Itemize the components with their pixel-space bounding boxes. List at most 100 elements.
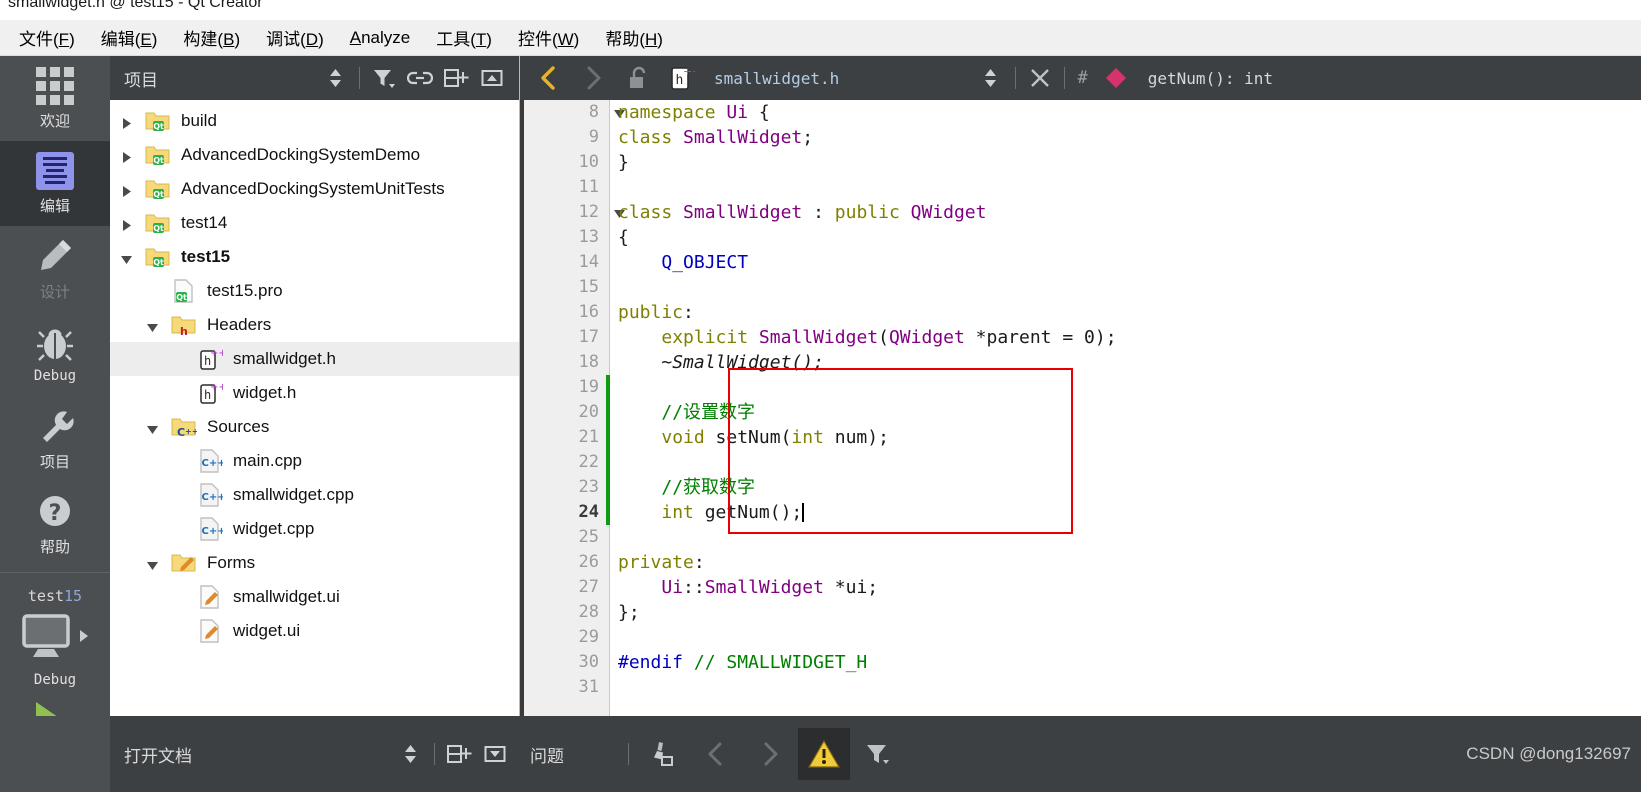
code-line[interactable] — [618, 175, 1641, 200]
code-line[interactable]: int getNum(); — [618, 500, 1641, 525]
tree-item-main.cpp[interactable]: C++ main.cpp — [110, 444, 519, 478]
line-change-bar — [606, 375, 610, 525]
collapse-icon[interactable] — [475, 63, 509, 93]
code-line[interactable]: namespace Ui { — [618, 100, 1641, 125]
link-icon[interactable] — [403, 63, 437, 93]
tree-item-widget.h[interactable]: h ++ widget.h — [110, 376, 519, 410]
toolbar-divider — [1014, 67, 1016, 89]
code-line[interactable]: class SmallWidget; — [618, 125, 1641, 150]
collapse-down-icon[interactable] — [478, 739, 512, 769]
twisty-expanded-icon[interactable] — [146, 557, 159, 570]
tree-item-test15.pro[interactable]: Qt test15.pro — [110, 274, 519, 308]
next-issue-icon[interactable] — [744, 739, 796, 769]
twisty-collapsed-icon[interactable] — [120, 115, 133, 129]
kit-selector[interactable]: test15 Debug — [0, 579, 110, 735]
tree-item-widget.ui[interactable]: widget.ui — [110, 614, 519, 648]
code-line[interactable] — [618, 675, 1641, 700]
code-line[interactable]: Ui::SmallWidget *ui; — [618, 575, 1641, 600]
code-line[interactable] — [618, 625, 1641, 650]
issues-title[interactable]: 问题 — [530, 742, 564, 767]
split-add-icon[interactable] — [442, 739, 476, 769]
mode-button-编辑[interactable]: 编辑 — [0, 141, 110, 226]
twisty-collapsed-icon[interactable] — [120, 217, 133, 231]
code-line[interactable]: public: — [618, 300, 1641, 325]
code-line[interactable]: private: — [618, 550, 1641, 575]
tree-item-smallwidget.cpp[interactable]: C++ smallwidget.cpp — [110, 478, 519, 512]
svg-text:Qt: Qt — [153, 224, 164, 233]
code-line[interactable] — [618, 525, 1641, 550]
code-line[interactable]: void setNum(int num); — [618, 425, 1641, 450]
unlock-icon[interactable] — [616, 63, 660, 93]
close-x-icon[interactable] — [1023, 63, 1057, 93]
current-symbol-label[interactable]: getNum(): int — [1148, 69, 1273, 88]
twisty-expanded-icon[interactable] — [120, 251, 133, 264]
mode-bar-footer — [0, 716, 110, 792]
warning-triangle-icon[interactable] — [798, 728, 850, 780]
mode-button-Debug[interactable]: Debug — [0, 311, 110, 396]
code-line[interactable] — [618, 275, 1641, 300]
twisty-expanded-icon[interactable] — [146, 319, 159, 332]
sync-updown-icon[interactable] — [393, 739, 427, 769]
menu-item-4[interactable]: Analyze — [337, 24, 423, 52]
chevron-left-icon[interactable] — [528, 63, 570, 93]
prev-issue-icon[interactable] — [690, 739, 742, 769]
sync-updown-icon[interactable] — [318, 63, 352, 93]
menu-item-3[interactable]: 调试(D) — [253, 21, 337, 54]
code-line[interactable]: ~SmallWidget(); — [618, 350, 1641, 375]
tree-item-widget.cpp[interactable]: C++ widget.cpp — [110, 512, 519, 546]
editor-file-name[interactable]: smallwidget.h — [714, 69, 839, 88]
code-line[interactable]: #endif // SMALLWIDGET_H — [618, 650, 1641, 675]
mode-button-设计[interactable]: 设计 — [0, 226, 110, 311]
tree-item-Forms[interactable]: Forms — [110, 546, 519, 580]
code-line[interactable]: } — [618, 150, 1641, 175]
menu-item-7[interactable]: 帮助(H) — [592, 21, 676, 54]
svg-text:C++: C++ — [202, 492, 224, 503]
tree-item-test14[interactable]: Qt test14 — [110, 206, 519, 240]
qt-pro-file-icon: Qt — [171, 278, 197, 304]
code-text[interactable]: namespace Ui {class SmallWidget;} class … — [610, 100, 1641, 716]
code-line[interactable]: class SmallWidget : public QWidget — [618, 200, 1641, 225]
filter-icon[interactable] — [367, 63, 401, 93]
project-tree[interactable]: Qt build Qt AdvancedDockingSystemDemo Qt Adva… — [110, 100, 519, 716]
tree-item-Sources[interactable]: C ++ Sources — [110, 410, 519, 444]
tree-item-smallwidget.ui[interactable]: smallwidget.ui — [110, 580, 519, 614]
twisty-collapsed-icon[interactable] — [120, 183, 133, 197]
kit-project-name: test15 — [27, 587, 83, 605]
code-editor[interactable]: 8 9 10 11 12 13 14 15 16 17 18 19 20 21 22 23 24 25 26 27 28… — [520, 100, 1641, 716]
mode-button-项目[interactable]: 项目 — [0, 396, 110, 481]
menu-item-0[interactable]: 文件(F) — [6, 21, 88, 54]
code-line[interactable]: { — [618, 225, 1641, 250]
triangle-right-icon[interactable] — [78, 628, 90, 649]
tree-item-AdvancedDockingSystemUnitTests[interactable]: Qt AdvancedDockingSystemUnitTests — [110, 172, 519, 206]
mode-button-欢迎[interactable]: 欢迎 — [0, 56, 110, 141]
twisty-expanded-icon[interactable] — [146, 421, 159, 434]
menu-item-6[interactable]: 控件(W) — [505, 21, 592, 54]
tree-item-smallwidget.h[interactable]: h ++ smallwidget.h — [110, 342, 519, 376]
mode-button-帮助[interactable]: ? 帮助 — [0, 481, 110, 566]
code-line[interactable]: //获取数字 — [618, 475, 1641, 500]
split-add-icon[interactable] — [439, 63, 473, 93]
code-line[interactable]: explicit SmallWidget(QWidget *parent = 0… — [618, 325, 1641, 350]
code-line[interactable]: //设置数字 — [618, 400, 1641, 425]
tree-item-test15[interactable]: Qt test15 — [110, 240, 519, 274]
anchor-hash-label[interactable]: # — [1072, 68, 1094, 88]
code-line[interactable] — [618, 450, 1641, 475]
code-line[interactable] — [618, 375, 1641, 400]
code-line[interactable]: }; — [618, 600, 1641, 625]
tree-item-AdvancedDockingSystemDemo[interactable]: Qt AdvancedDockingSystemDemo — [110, 138, 519, 172]
filter-icon[interactable] — [852, 739, 904, 769]
tree-item-build[interactable]: Qt build — [110, 104, 519, 138]
twisty-placeholder — [172, 591, 185, 604]
menu-item-1[interactable]: 编辑(E) — [88, 21, 171, 54]
chevron-right-icon[interactable] — [572, 63, 614, 93]
tree-item-Headers[interactable]: h Headers — [110, 308, 519, 342]
cpp-file-icon: C++ — [197, 448, 223, 474]
menu-item-5[interactable]: 工具(T) — [423, 21, 505, 54]
code-line[interactable]: Q_OBJECT — [618, 250, 1641, 275]
editor-area: h ++ smallwidget.h # getNum(): int — [520, 56, 1641, 716]
editor-gutter[interactable]: 8 9 10 11 12 13 14 15 16 17 18 19 20 21 22 23 24 25 26 27 28… — [520, 100, 625, 716]
clear-broom-icon[interactable] — [636, 739, 688, 769]
twisty-collapsed-icon[interactable] — [120, 149, 133, 163]
sync-updown-icon[interactable] — [974, 63, 1008, 93]
menu-item-2[interactable]: 构建(B) — [170, 21, 253, 54]
